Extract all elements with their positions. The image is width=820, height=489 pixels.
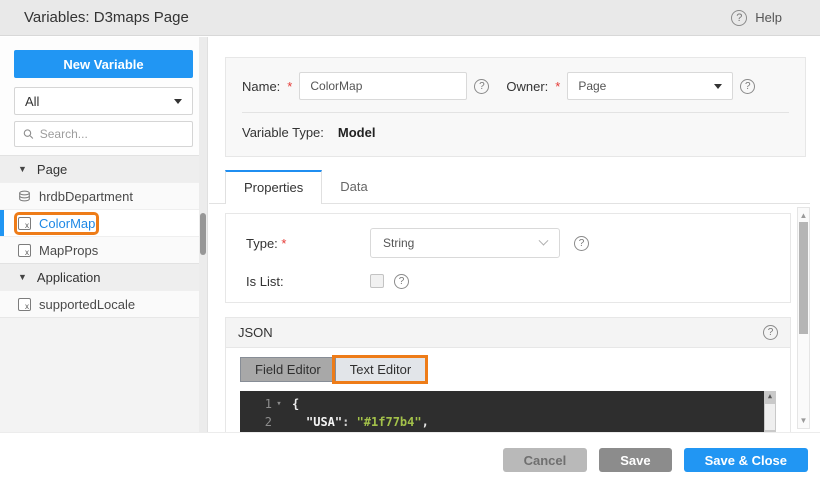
- variables-sidebar: New Variable All Page: [0, 37, 208, 432]
- is-list-help-icon[interactable]: [394, 273, 409, 289]
- help-link[interactable]: Help: [731, 0, 782, 35]
- search-input[interactable]: [39, 127, 184, 141]
- sidebar-scrollbar[interactable]: [199, 37, 207, 432]
- footer-buttons: Cancel Save Save & Close: [502, 448, 808, 472]
- chevron-down-icon: [538, 235, 549, 246]
- line-number: 1: [264, 397, 272, 411]
- tree-item-label: ColorMap: [39, 215, 96, 231]
- is-list-checkbox[interactable]: [370, 274, 384, 288]
- variable-filter-select[interactable]: All: [14, 87, 193, 115]
- json-panel-header: JSON: [226, 318, 790, 348]
- save-button[interactable]: Save: [599, 448, 672, 472]
- is-list-row: Is List:: [246, 272, 770, 290]
- sidebar-empty-area: [0, 317, 207, 432]
- type-label: Type: *: [246, 235, 287, 251]
- summary-row: Name: * Owner: * Page: [226, 58, 805, 100]
- name-input[interactable]: [299, 72, 468, 100]
- json-help-icon[interactable]: [763, 325, 778, 340]
- scroll-down-icon[interactable]: [798, 416, 809, 425]
- tree-item-label: supportedLocale: [39, 296, 136, 312]
- tab-properties[interactable]: Properties: [225, 170, 323, 204]
- cancel-button[interactable]: Cancel: [502, 448, 588, 472]
- help-label: Help: [755, 10, 782, 25]
- field-editor-button[interactable]: Field Editor: [241, 358, 335, 381]
- owner-label: Owner:: [506, 78, 549, 94]
- properties-tab-content: Type: * String Is List: JSO: [209, 204, 820, 432]
- sidebar-scrollbar-thumb[interactable]: [200, 213, 206, 255]
- json-panel-body: Field Editor Text Editor 1 { 2 "USA": "#: [226, 348, 790, 432]
- model-variable-icon: [18, 216, 31, 230]
- search-icon: [23, 129, 34, 139]
- editor-scrollbar[interactable]: [764, 391, 776, 432]
- required-marker: *: [555, 78, 561, 94]
- variable-filter-value: All: [25, 93, 40, 109]
- editor-mode-group: Field Editor Text Editor: [240, 355, 429, 384]
- variable-detail-pane: Name: * Owner: * Page Variable Type: Mod…: [209, 37, 820, 432]
- tree-item-hrdbdepartment[interactable]: hrdbDepartment: [0, 182, 207, 209]
- is-list-label: Is List:: [246, 273, 284, 289]
- caret-down-icon: [18, 164, 27, 174]
- database-variable-icon: [18, 190, 31, 203]
- json-title: JSON: [238, 325, 273, 340]
- type-value: String: [383, 236, 415, 250]
- help-icon: [731, 9, 748, 26]
- content-scrollbar-thumb[interactable]: [799, 222, 808, 334]
- selected-indicator: [0, 210, 4, 236]
- tree-item-colormap[interactable]: ColorMap: [0, 209, 207, 236]
- type-settings-panel: Type: * String Is List:: [225, 213, 791, 303]
- caret-down-icon: [714, 83, 723, 89]
- new-variable-button[interactable]: New Variable: [14, 50, 193, 78]
- annotation-highlight: ColorMap: [13, 211, 100, 235]
- json-code-editor[interactable]: 1 { 2 "USA": "#1f77b4", 3 "RUS":: [240, 391, 776, 432]
- variable-summary-panel: Name: * Owner: * Page Variable Type: Mod…: [225, 57, 806, 157]
- variables-tree: Page hrdbDepartment ColorMap: [0, 155, 207, 317]
- tree-group-application[interactable]: Application: [0, 263, 207, 290]
- tree-item-mapprops[interactable]: MapProps: [0, 236, 207, 263]
- text-editor-button[interactable]: Text Editor: [331, 355, 429, 384]
- type-select[interactable]: String: [370, 228, 560, 258]
- dialog-header: Variables: D3maps Page Help: [0, 0, 820, 36]
- editor-scrollbar-thumb[interactable]: [765, 404, 775, 430]
- tree-item-label: MapProps: [39, 242, 99, 258]
- code-line: 2 "USA": "#1f77b4",: [240, 413, 776, 431]
- content-scrollbar[interactable]: [797, 207, 810, 429]
- tree-group-label: Application: [36, 269, 101, 285]
- variable-type-value: Model: [337, 125, 376, 140]
- caret-down-icon: [18, 272, 27, 282]
- type-row: Type: * String: [246, 228, 770, 258]
- variable-type-row: Variable Type: Model: [226, 113, 805, 140]
- scroll-up-icon[interactable]: [764, 392, 776, 400]
- tree-item-supportedlocale[interactable]: supportedLocale: [0, 290, 207, 317]
- line-number: 2: [264, 415, 272, 429]
- footer-bar: Cancel Save Save & Close: [0, 432, 820, 489]
- scroll-up-icon[interactable]: [798, 211, 809, 220]
- owner-value: Page: [578, 79, 607, 93]
- variable-type-label: Variable Type:: [242, 125, 324, 140]
- tree-group-label: Page: [36, 161, 68, 177]
- owner-help-icon[interactable]: [740, 78, 756, 94]
- name-help-icon[interactable]: [474, 78, 490, 94]
- name-label: Name:: [242, 78, 281, 94]
- tree-group-page[interactable]: Page: [0, 155, 207, 182]
- detail-tabs: Properties Data: [225, 170, 386, 204]
- search-box[interactable]: [14, 121, 193, 147]
- caret-down-icon: [174, 98, 182, 104]
- code-line: 1 {: [240, 395, 776, 413]
- sidebar-controls: New Variable All: [0, 37, 207, 155]
- tab-data[interactable]: Data: [322, 170, 385, 204]
- required-marker: *: [287, 78, 293, 94]
- model-variable-icon: [18, 297, 31, 311]
- model-variable-icon: [18, 243, 31, 257]
- save-and-close-button[interactable]: Save & Close: [683, 448, 808, 472]
- json-panel: JSON Field Editor Text Editor 1 {: [225, 317, 791, 432]
- fold-caret-icon[interactable]: [272, 395, 286, 413]
- type-help-icon[interactable]: [574, 235, 589, 251]
- page-title: Variables: D3maps Page: [24, 9, 189, 26]
- required-marker: *: [281, 235, 287, 251]
- owner-select[interactable]: Page: [567, 72, 734, 100]
- tree-item-label: hrdbDepartment: [39, 188, 133, 204]
